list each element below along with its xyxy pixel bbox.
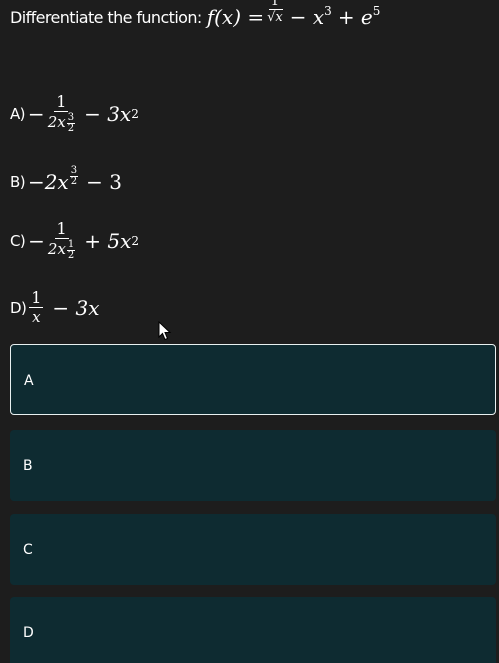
option-b-expr: −2x bbox=[27, 170, 69, 194]
option-a-letter: A) bbox=[10, 105, 26, 124]
choice-a-button[interactable]: A bbox=[10, 344, 496, 415]
option-a-exp: 32 bbox=[66, 112, 76, 135]
option-a-lead: − bbox=[27, 102, 45, 127]
question-exp3: 3 bbox=[324, 4, 332, 18]
choice-d-label: D bbox=[23, 625, 34, 641]
option-d-tail: − 3x bbox=[52, 295, 100, 320]
option-b: B) −2x 32 − 3 bbox=[10, 165, 122, 194]
mouse-cursor-icon bbox=[158, 321, 172, 341]
question-prefix: Differentiate the function: bbox=[10, 7, 202, 27]
option-a-tail-exp: 2 bbox=[131, 107, 139, 122]
option-a-num: 1 bbox=[54, 92, 69, 112]
choice-b-label: B bbox=[23, 458, 33, 474]
option-c-tail-exp: 2 bbox=[131, 234, 140, 249]
option-c-num: 1 bbox=[54, 219, 69, 239]
question-exp5: 5 bbox=[372, 4, 381, 18]
question-rest: − x bbox=[289, 5, 325, 29]
option-d-num: 1 bbox=[29, 288, 44, 308]
sqrt-radicand: x bbox=[275, 8, 283, 25]
option-d-fraction: 1 x bbox=[29, 288, 44, 326]
option-a-fraction: 1 2x 3 2 bbox=[47, 92, 76, 135]
option-a-den: 2x 3 2 bbox=[47, 112, 76, 135]
option-c-den: 2x 1 2 bbox=[47, 239, 76, 262]
question-fraction: 1 √x bbox=[267, 0, 283, 25]
option-a-den-text: 2x bbox=[47, 112, 66, 131]
question-lhs: f(x) = bbox=[206, 5, 265, 29]
option-b-tail: − 3 bbox=[86, 170, 122, 194]
option-b-letter: B) bbox=[10, 173, 26, 191]
option-c-exp: 12 bbox=[66, 239, 76, 262]
choice-c-button[interactable]: C bbox=[10, 514, 496, 585]
question-text: Differentiate the function: f(x) = 1 √x … bbox=[10, 0, 380, 34]
option-c-lead: − bbox=[28, 229, 45, 254]
choice-a-label: A bbox=[24, 373, 34, 389]
question-frac-den: √x bbox=[267, 8, 283, 25]
option-b-exp: 32 bbox=[69, 164, 79, 187]
question-plus-e: + e bbox=[337, 5, 373, 29]
option-d-letter: D) bbox=[10, 298, 27, 317]
choice-d-button[interactable]: D bbox=[10, 597, 496, 663]
option-d-den: x bbox=[32, 307, 41, 326]
option-c-tail: + 5x bbox=[84, 229, 132, 254]
option-c-den-text: 2x bbox=[47, 239, 66, 258]
option-c-fraction: 1 2x 1 2 bbox=[47, 219, 76, 262]
option-c-letter: C) bbox=[10, 232, 26, 251]
option-a: A) − 1 2x 3 2 − 3x 2 bbox=[10, 92, 139, 135]
option-c: C) − 1 2x 1 2 + 5x 2 bbox=[10, 219, 140, 262]
choice-b-button[interactable]: B bbox=[10, 430, 496, 501]
option-a-tail: − 3x bbox=[84, 102, 132, 127]
option-d: D) 1 x − 3x bbox=[10, 288, 100, 326]
choice-c-label: C bbox=[23, 542, 33, 558]
